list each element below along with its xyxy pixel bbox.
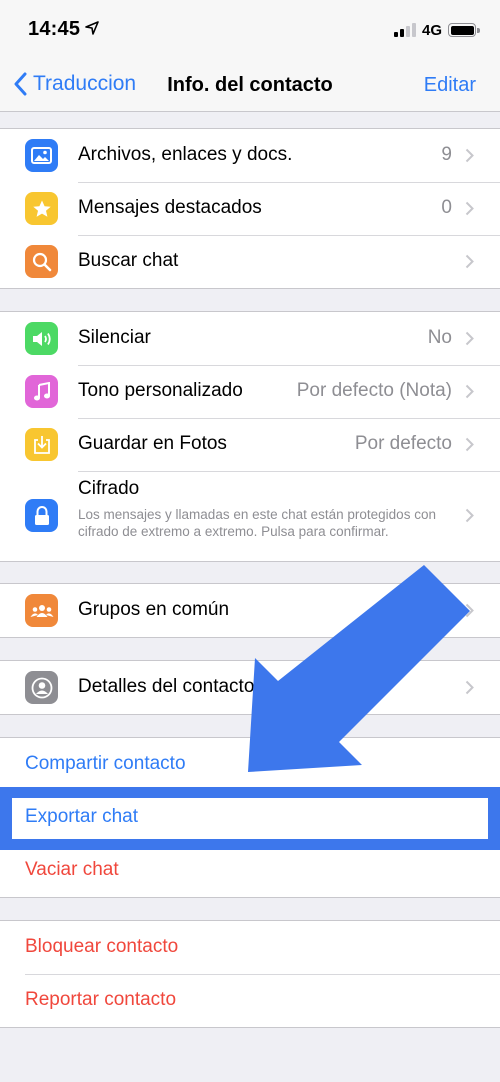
status-indicators: 4G	[393, 20, 480, 40]
row-custom-tone[interactable]: Tono personalizado Por defecto (Nota)	[0, 365, 500, 418]
export-chat-button[interactable]: Exportar chat	[12, 798, 488, 839]
row-label: Buscar chat	[78, 250, 179, 271]
status-bar: 14:45 4G	[0, 0, 500, 58]
save-download-icon	[25, 428, 58, 461]
status-time: 14:45	[28, 18, 81, 40]
star-icon	[25, 192, 58, 225]
row-label: Mensajes destacados	[78, 197, 262, 218]
location-arrow-icon	[85, 21, 99, 35]
row-label: Grupos en común	[78, 599, 230, 620]
row-groups-in-common[interactable]: Grupos en común	[0, 584, 500, 637]
chevron-right-icon	[465, 680, 474, 695]
clear-chat-button[interactable]: Vaciar chat	[25, 859, 119, 881]
row-save-to-photos[interactable]: Guardar en Fotos Por defecto	[0, 418, 500, 471]
speaker-icon	[25, 322, 58, 355]
encryption-title: Cifrado	[78, 478, 140, 499]
edit-button[interactable]: Editar	[424, 74, 476, 97]
lock-icon	[25, 499, 58, 532]
export-chat-highlight: Exportar chat	[0, 787, 500, 850]
row-search-chat[interactable]: Buscar chat	[0, 235, 500, 288]
row-label: Tono personalizado	[78, 380, 243, 401]
photo-icon	[25, 139, 58, 172]
groups-section: Grupos en común	[0, 583, 500, 638]
signal-strength-icon	[393, 23, 416, 37]
row-contact-details[interactable]: Detalles del contacto	[0, 661, 500, 714]
navigation-bar: Traduccion Info. del contacto Editar	[0, 58, 500, 112]
row-mute[interactable]: Silenciar No	[0, 312, 500, 365]
row-value: Por defecto	[354, 433, 452, 454]
row-label: Guardar en Fotos	[78, 433, 227, 454]
chevron-right-icon	[465, 508, 474, 523]
row-label: Archivos, enlaces y docs.	[78, 144, 293, 165]
media-section: Archivos, enlaces y docs. 9 Mensajes des…	[0, 128, 500, 289]
row-encryption[interactable]: Cifrado Los mensajes y llamadas en este …	[0, 471, 500, 561]
row-clear-chat[interactable]: Vaciar chat	[0, 844, 500, 897]
settings-section: Silenciar No Tono personalizado Por defe…	[0, 311, 500, 562]
row-label: Detalles del contacto	[78, 676, 255, 697]
row-share-contact[interactable]: Compartir contacto	[0, 738, 500, 791]
encryption-description: Los mensajes y llamadas en este chat est…	[78, 507, 436, 539]
row-block-contact[interactable]: Bloquear contacto	[0, 921, 500, 974]
music-note-icon	[25, 375, 58, 408]
row-value: Por defecto (Nota)	[296, 380, 452, 401]
chevron-right-icon	[465, 437, 474, 452]
row-count: 9	[441, 144, 452, 165]
chevron-right-icon	[465, 148, 474, 163]
row-media-files[interactable]: Archivos, enlaces y docs. 9	[0, 129, 500, 182]
chevron-right-icon	[465, 384, 474, 399]
row-count: 0	[441, 197, 452, 218]
row-label: Silenciar	[78, 327, 151, 348]
row-starred-messages[interactable]: Mensajes destacados 0	[0, 182, 500, 235]
share-contact-button[interactable]: Compartir contacto	[25, 753, 186, 775]
network-type: 4G	[421, 21, 442, 39]
search-icon	[25, 245, 58, 278]
chevron-left-icon	[14, 72, 27, 96]
chevron-right-icon	[465, 603, 474, 618]
battery-icon	[448, 23, 480, 37]
chevron-right-icon	[465, 254, 474, 269]
report-contact-button[interactable]: Reportar contacto	[25, 989, 176, 1011]
back-button[interactable]: Traduccion	[14, 72, 136, 96]
back-button-label: Traduccion	[33, 72, 137, 95]
row-value: No	[427, 327, 452, 348]
chevron-right-icon	[465, 201, 474, 216]
block-report-section: Bloquear contacto Reportar contacto	[0, 920, 500, 1028]
contact-details-section: Detalles del contacto	[0, 660, 500, 715]
export-chat-label: Exportar chat	[25, 806, 138, 827]
block-contact-button[interactable]: Bloquear contacto	[25, 936, 178, 958]
chevron-right-icon	[465, 331, 474, 346]
row-report-contact[interactable]: Reportar contacto	[0, 974, 500, 1027]
contact-icon	[25, 671, 58, 704]
group-icon	[25, 594, 58, 627]
